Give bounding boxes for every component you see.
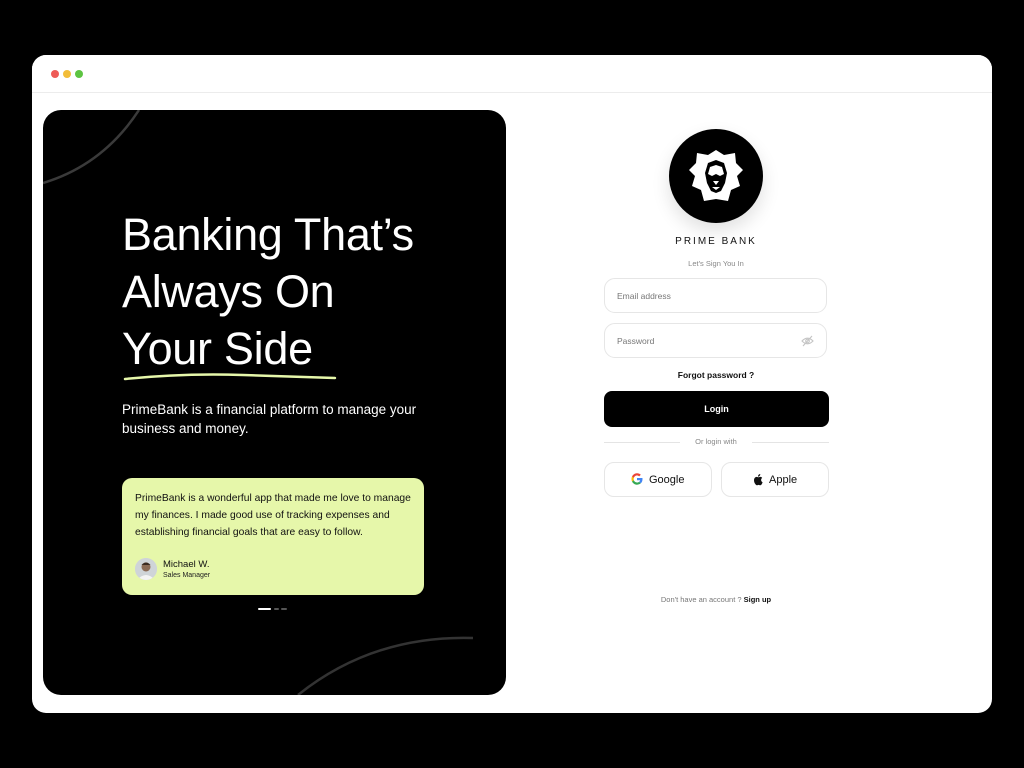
avatar [135, 558, 157, 580]
pager-dot-1[interactable] [258, 608, 271, 610]
email-input[interactable] [617, 279, 797, 312]
browser-window: Banking That’s Always On Your Side Prime… [32, 55, 992, 713]
no-account-text: Don't have an account ? [660, 595, 742, 604]
divider-text: Or login with [695, 437, 737, 446]
apple-login-button[interactable]: Apple [721, 462, 829, 497]
signup-link[interactable]: Sign up [744, 595, 772, 604]
headline-underline [123, 373, 337, 381]
hero-headline: Banking That’s Always On Your Side [122, 206, 482, 377]
pager-dot-3[interactable] [281, 608, 287, 610]
headline-line-3: Your Side [122, 323, 313, 374]
pager-dot-2[interactable] [274, 608, 279, 610]
testimonial-quote: PrimeBank is a wonderful app that made m… [135, 493, 411, 538]
hero-panel: Banking That’s Always On Your Side Prime… [43, 110, 506, 695]
brand-logo [669, 129, 763, 223]
eye-off-icon[interactable] [801, 335, 814, 347]
signin-subtitle: Let's Sign You In [688, 259, 744, 268]
apple-login-label: Apple [769, 474, 798, 486]
testimonial-author-role: Sales Manager [163, 572, 211, 579]
login-button[interactable]: Login [604, 391, 829, 427]
divider-line-right [752, 442, 829, 443]
password-field[interactable] [604, 323, 827, 358]
signup-row: Don't have an account ? Sign up [604, 595, 828, 604]
apple-icon [754, 474, 763, 486]
minimize-window-button[interactable] [63, 70, 71, 78]
person-icon [135, 558, 157, 580]
email-field[interactable] [604, 278, 827, 313]
google-login-label: Google [649, 474, 685, 486]
google-login-button[interactable]: Google [604, 462, 712, 497]
google-icon [631, 473, 643, 485]
headline-line-1: Banking That’s [122, 209, 414, 260]
divider-line-left [604, 442, 680, 443]
testimonial-author-name: Michael W. [163, 559, 210, 570]
lion-icon [689, 150, 743, 201]
forgot-password-link[interactable]: Forgot password ? [604, 370, 828, 380]
password-input[interactable] [617, 324, 797, 357]
hero-subtext: PrimeBank is a financial platform to man… [122, 402, 417, 436]
brand-name: PRIME BANK [675, 236, 757, 247]
close-window-button[interactable] [51, 70, 59, 78]
maximize-window-button[interactable] [75, 70, 83, 78]
window-titlebar [32, 55, 992, 93]
headline-line-2: Always On [122, 266, 335, 317]
testimonial-card: PrimeBank is a wonderful app that made m… [122, 478, 424, 595]
